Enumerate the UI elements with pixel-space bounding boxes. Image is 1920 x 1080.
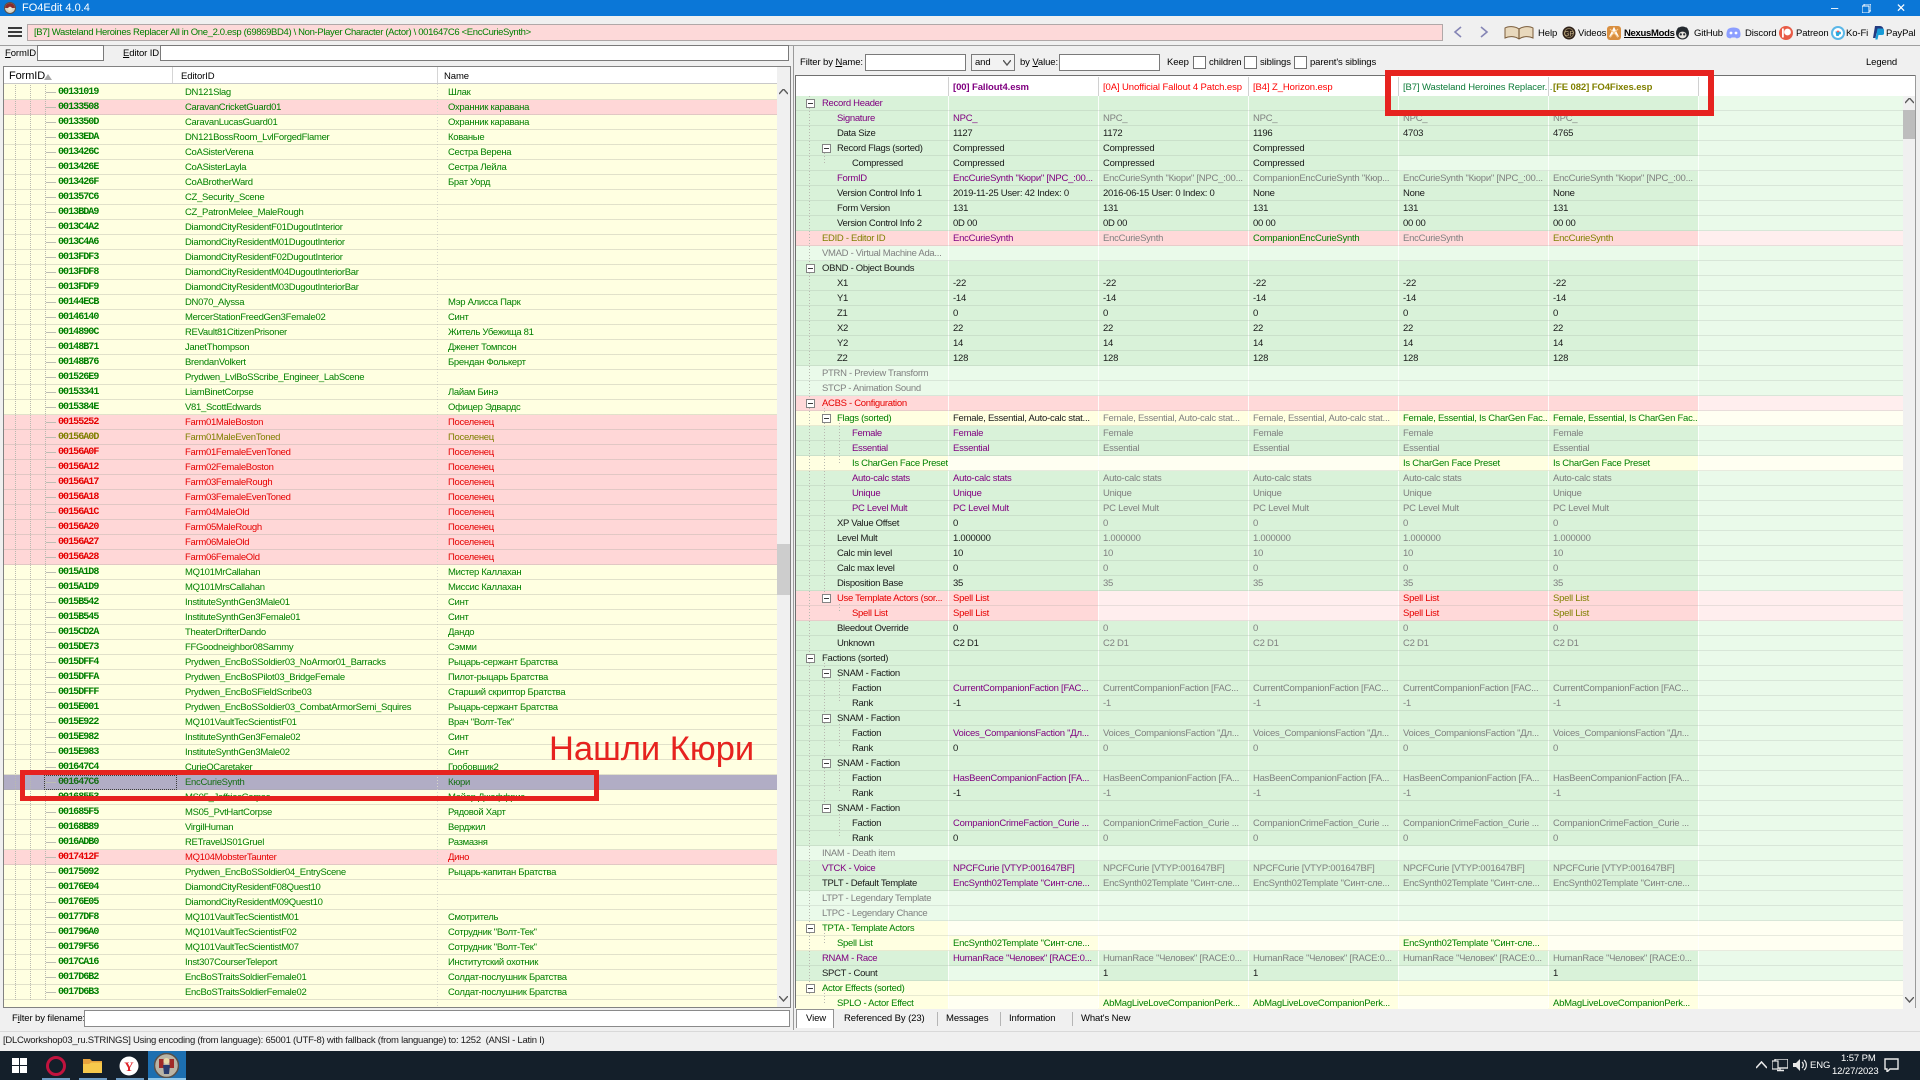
svg-text:GP: GP (1564, 31, 1574, 38)
svg-text:Y: Y (124, 1059, 134, 1074)
